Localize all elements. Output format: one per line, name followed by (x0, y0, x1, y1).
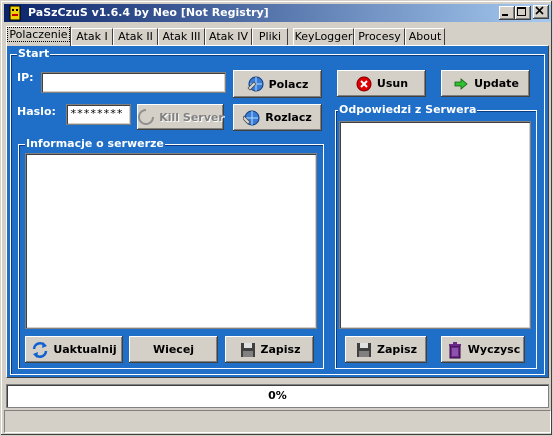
minimize-button[interactable] (499, 6, 515, 20)
maximize-icon (517, 7, 526, 16)
tab-about[interactable]: About (405, 28, 445, 45)
app-icon (9, 5, 21, 21)
server-info-label: Informacje o serwerze (25, 137, 165, 150)
polacz-label: Polacz (268, 77, 309, 91)
tab-keylogger[interactable]: KeyLogger (293, 28, 354, 45)
uaktualnij-label: Uaktualnij (53, 343, 117, 356)
ip-label: IP: (17, 71, 34, 84)
start-group-label: Start (17, 47, 51, 60)
usun-label: Usun (376, 77, 409, 90)
tab-label: Polaczenie (7, 27, 70, 42)
responses-label: Odpowiedzi z Serwera (338, 103, 478, 116)
app-window: PaSzCzuS v1.6.4 by Neo [Not Registry] Po… (0, 0, 553, 436)
trash-icon (448, 341, 461, 358)
loading-icon (138, 109, 155, 125)
password-input[interactable]: ******** (66, 104, 131, 125)
rozlacz-button[interactable]: Rozlacz (233, 104, 322, 131)
wyczysc-label: Wyczysc (467, 343, 521, 356)
delete-icon (356, 76, 372, 91)
update-button[interactable]: Update (441, 70, 530, 97)
tab-label: Atak IV (208, 30, 249, 43)
zapisz-responses-button[interactable]: Zapisz (345, 336, 427, 363)
rozlacz-label: Rozlacz (265, 111, 312, 124)
update-label: Update (474, 77, 519, 90)
responses-box[interactable] (339, 121, 531, 329)
progress-bar: 0% (6, 384, 549, 408)
uaktualnij-button[interactable]: Uaktualnij (25, 336, 123, 363)
arrow-right-icon (454, 77, 468, 90)
wyczysc-button[interactable]: Wyczysc (441, 336, 525, 363)
maximize-button[interactable] (515, 6, 531, 20)
connection-panel: Start IP: Haslo: ******** Kill Server Po… (6, 45, 549, 378)
refresh-icon (33, 341, 48, 358)
close-icon (535, 6, 544, 15)
wiecej-label: Wiecej (152, 343, 195, 356)
tab-polaczenie[interactable]: Polaczenie (6, 26, 71, 46)
tab-label: Pliki (258, 30, 282, 43)
tab-atak-2[interactable]: Atak II (113, 28, 158, 45)
tab-atak-4[interactable]: Atak IV (205, 28, 252, 45)
save-icon (240, 342, 255, 357)
usun-button[interactable]: Usun (337, 70, 426, 97)
zapisz-responses-label: Zapisz (377, 343, 417, 356)
disconnect-icon (243, 110, 260, 125)
ip-input[interactable] (41, 72, 226, 93)
server-info-box[interactable] (25, 153, 317, 329)
tab-label: KeyLogger (294, 30, 353, 43)
tab-pliki[interactable]: Pliki (252, 28, 288, 45)
window-title: PaSzCzuS v1.6.4 by Neo [Not Registry] (28, 6, 269, 19)
tab-label: Atak I (76, 30, 108, 43)
tab-label: Atak III (162, 30, 201, 43)
kill-server-label: Kill Server (159, 110, 224, 124)
polacz-button[interactable]: Polacz (233, 70, 322, 98)
tab-label: Procesy (358, 30, 401, 43)
progress-text: 0% (268, 389, 287, 402)
tab-label: About (408, 30, 442, 43)
zapisz-info-label: Zapisz (260, 343, 301, 356)
minimize-icon (502, 14, 508, 16)
tab-atak-1[interactable]: Atak I (71, 28, 113, 45)
haslo-label: Haslo: (17, 105, 56, 118)
kill-server-button[interactable]: Kill Server (137, 104, 224, 130)
tab-label: Atak II (118, 30, 153, 43)
wiecej-button[interactable]: Wiecej (129, 336, 218, 363)
close-button[interactable] (533, 5, 549, 19)
title-bar[interactable]: PaSzCzuS v1.6.4 by Neo [Not Registry] (4, 4, 551, 22)
tab-atak-3[interactable]: Atak III (158, 28, 205, 45)
tab-procesy[interactable]: Procesy (354, 28, 405, 45)
connect-icon (247, 76, 264, 92)
save-icon (357, 342, 371, 357)
zapisz-info-button[interactable]: Zapisz (225, 336, 314, 363)
status-bar (4, 410, 551, 433)
